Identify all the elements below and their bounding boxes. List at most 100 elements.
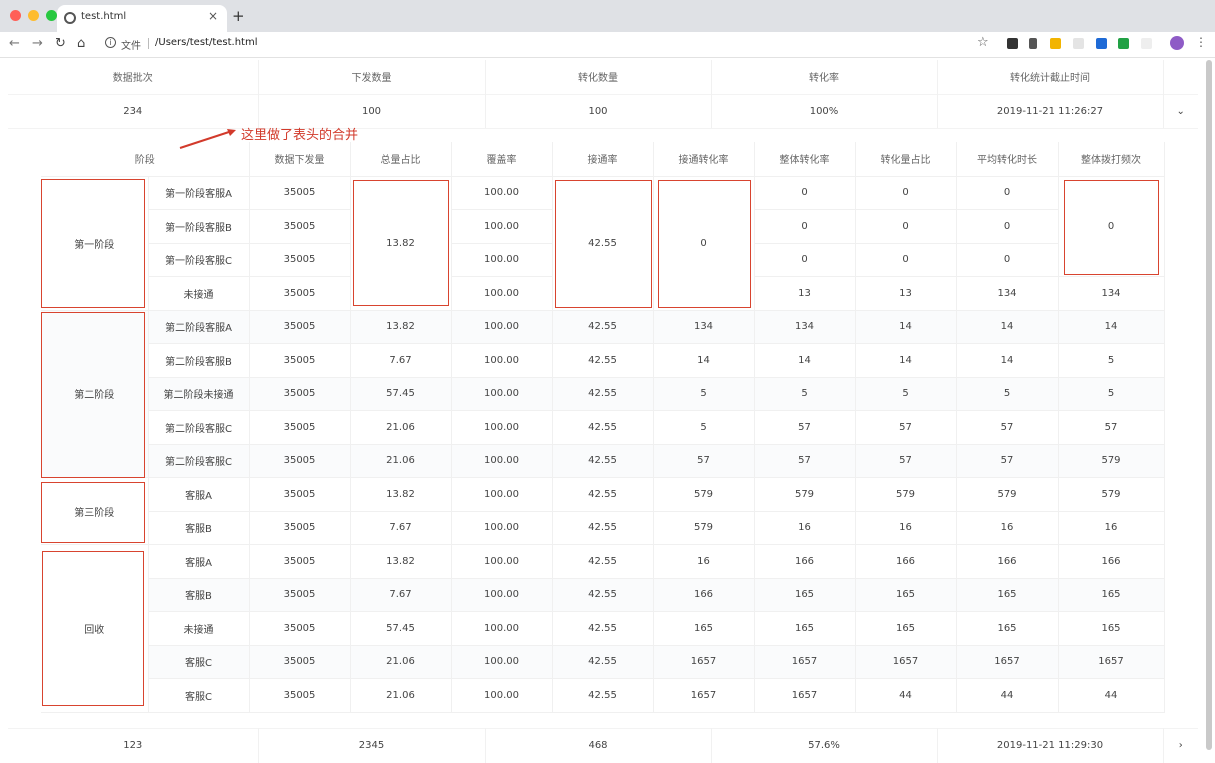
table-cell: 35005 — [249, 444, 351, 478]
table-cell: 579 — [855, 477, 957, 512]
table-cell: 0 — [855, 209, 957, 244]
table-cell: 134 — [653, 310, 755, 344]
header-stage[interactable]: 阶段 — [41, 142, 250, 177]
summary-header: 数据批次 — [8, 60, 259, 94]
footer-value: 57.6% — [711, 728, 938, 763]
table-cell: 35005 — [249, 410, 351, 445]
table-row: 未接通 35005 57.45 100.00 42.55 165 165 165 165 165 — [41, 611, 1165, 646]
table-cell: 100.00 — [451, 645, 553, 679]
vertical-scrollbar[interactable] — [1205, 60, 1213, 750]
browser-tab-bar: test.html × + — [0, 0, 1215, 32]
table-cell: 7.67 — [350, 578, 452, 612]
table-cell: 0 — [956, 209, 1059, 244]
agent-name-cell: 未接通 — [148, 276, 250, 311]
table-cell: 42.55 — [552, 511, 654, 545]
header-overall-conversion[interactable]: 整体转化率 — [754, 142, 856, 177]
table-cell: 42.55 — [552, 377, 654, 411]
table-row: 第二阶段 第二阶段客服A 35005 13.82 100.00 42.55 134 134 14… — [41, 310, 1165, 478]
back-icon[interactable]: ← — [9, 36, 20, 51]
header-conversion-share[interactable]: 转化量占比 — [855, 142, 957, 177]
forward-icon[interactable]: → — [32, 36, 43, 51]
summary-value: 2019-11-21 11:26:27 — [937, 93, 1164, 129]
zoom-window-button[interactable] — [46, 10, 57, 21]
header-share[interactable]: 总量占比 — [350, 142, 452, 177]
table-cell: 165 — [1058, 578, 1165, 612]
evernote-icon[interactable] — [1118, 38, 1129, 49]
table-cell: 13 — [855, 276, 957, 311]
header-call-frequency[interactable]: 整体拨打频次 — [1058, 142, 1165, 177]
agent-name-cell: 第二阶段客服B — [148, 343, 250, 378]
table-cell: 100.00 — [451, 243, 553, 277]
footer-value: 468 — [485, 728, 712, 763]
new-tab-button[interactable]: + — [232, 7, 245, 25]
summary-header: 转化率 — [711, 60, 938, 94]
header-connect-rate[interactable]: 接通率 — [552, 142, 654, 177]
expand-row-icon[interactable]: › — [1163, 728, 1198, 763]
agent-name-cell: 第二阶段客服C — [148, 410, 250, 445]
summary-value: 234 — [8, 93, 259, 129]
table-cell: 42.55 — [552, 444, 654, 478]
agent-name-cell: 第一阶段客服A — [148, 176, 250, 210]
tab-close-icon[interactable]: × — [208, 9, 218, 23]
table-cell: 35005 — [249, 243, 351, 277]
merged-group-highlight — [42, 551, 144, 706]
bookmark-icon[interactable] — [1029, 38, 1037, 49]
table-cell: 100.00 — [451, 377, 553, 411]
table-cell: 44 — [956, 678, 1059, 713]
extension-icon[interactable] — [1007, 38, 1018, 49]
close-window-button[interactable] — [10, 10, 21, 21]
reload-icon[interactable]: ↻ — [55, 36, 66, 51]
table-cell: 166 — [956, 544, 1059, 579]
footer-value: 2345 — [258, 728, 486, 763]
table-cell: 42.55 — [552, 611, 654, 646]
menu-icon[interactable]: ⋮ — [1195, 35, 1207, 49]
table-row: 客服C 35005 21.06 100.00 42.55 1657 1657 1657 1657… — [41, 645, 1165, 679]
table-cell: 57 — [754, 410, 856, 445]
table-cell: 35005 — [249, 310, 351, 344]
bookmark-star-icon[interactable]: ☆ — [977, 35, 989, 50]
agent-name-cell: 客服C — [148, 678, 250, 713]
header-coverage[interactable]: 覆盖率 — [451, 142, 553, 177]
home-icon[interactable]: ⌂ — [77, 36, 85, 51]
summary-table: 数据批次 下发数量 转化数量 转化率 转化统计截止时间 234 100 100 … — [8, 60, 1198, 129]
merged-cell-highlight — [1064, 180, 1159, 275]
table-cell: 1657 — [956, 645, 1059, 679]
table-cell: 100.00 — [451, 276, 553, 311]
browser-tab[interactable]: test.html × — [57, 5, 227, 32]
table-cell: 1657 — [855, 645, 957, 679]
extension-icon[interactable] — [1073, 38, 1084, 49]
table-cell: 166 — [754, 544, 856, 579]
minimize-window-button[interactable] — [28, 10, 39, 21]
table-cell: 5 — [855, 377, 957, 411]
table-cell: 1657 — [754, 645, 856, 679]
table-row: 客服C 35005 21.06 100.00 42.55 1657 1657 44 44 44 — [41, 678, 1165, 713]
summary-header: 下发数量 — [258, 60, 486, 94]
table-cell: 57 — [855, 410, 957, 445]
summary-header: 转化数量 — [485, 60, 712, 94]
table-cell: 100.00 — [451, 343, 553, 378]
table-cell: 21.06 — [350, 410, 452, 445]
extension-icon[interactable] — [1096, 38, 1107, 49]
url-field[interactable]: /Users/test/test.html — [155, 37, 257, 48]
table-cell: 100.00 — [451, 611, 553, 646]
table-cell: 57 — [956, 444, 1059, 478]
header-dispatch[interactable]: 数据下发量 — [249, 142, 351, 177]
profile-avatar[interactable] — [1170, 36, 1184, 50]
table-cell: 35005 — [249, 578, 351, 612]
table-cell: 35005 — [249, 477, 351, 512]
header-connect-conversion[interactable]: 接通转化率 — [653, 142, 755, 177]
table-cell: 1657 — [754, 678, 856, 713]
table-cell: 57 — [956, 410, 1059, 445]
table-cell: 5 — [754, 377, 856, 411]
summary-value: 100% — [711, 93, 938, 129]
header-avg-duration[interactable]: 平均转化时长 — [956, 142, 1059, 177]
extension-icon[interactable] — [1141, 38, 1152, 49]
info-icon[interactable]: i — [105, 37, 116, 48]
footer-value: 123 — [8, 728, 259, 763]
table-cell: 57 — [1058, 410, 1165, 445]
scrollbar-thumb[interactable] — [1206, 60, 1212, 750]
color-extension-icon[interactable] — [1050, 38, 1061, 49]
table-cell: 579 — [653, 477, 755, 512]
expand-row-icon[interactable]: ⌄ — [1163, 93, 1198, 129]
table-cell: 35005 — [249, 343, 351, 378]
